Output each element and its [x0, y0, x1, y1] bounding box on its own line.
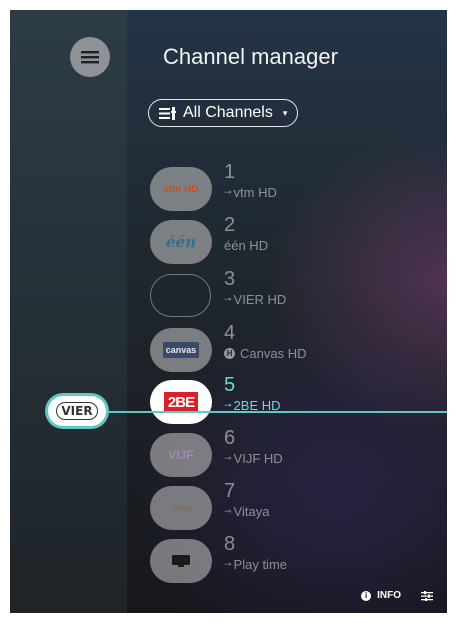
channel-item-7[interactable]: Vitaya 7 ⊸ Vitaya: [150, 480, 430, 534]
channel-name-text: VIJF HD: [233, 451, 283, 466]
channel-name-text: Vitaya: [233, 504, 270, 519]
hamburger-icon: [81, 51, 99, 64]
tv-screen: Channel manager All Channels ▾ vtm HD 1 …: [10, 10, 447, 613]
channel-name: één HD: [224, 238, 268, 253]
key-icon: ⊸: [224, 294, 231, 304]
channel-item-2[interactable]: één 2 één HD: [150, 214, 430, 268]
key-icon: ⊸: [224, 559, 231, 569]
filter-label: All Channels: [183, 104, 273, 121]
channel-name: ⊸ Play time: [224, 557, 287, 572]
channel-name-text: vtm HD: [233, 185, 277, 200]
channel-logo-vier-placeholder: [150, 274, 211, 317]
info-icon: i: [361, 590, 372, 601]
channel-name-text: Canvas HD: [240, 346, 307, 361]
list-settings-icon: [159, 106, 176, 120]
bottom-bar: i INFO: [361, 590, 433, 601]
tv-icon: [172, 555, 190, 567]
key-icon: ⊸: [224, 506, 231, 516]
info-label: INFO: [377, 590, 401, 601]
sliders-icon[interactable]: [421, 590, 433, 601]
key-icon: ⊸: [224, 453, 231, 463]
vijf-logo-text: VIJF: [168, 448, 194, 462]
hd-icon: H: [224, 348, 235, 359]
channel-number: 7: [224, 480, 236, 502]
selection-indicator-line: [95, 411, 447, 413]
channel-name: ⊸ Vitaya: [224, 504, 269, 519]
channel-logo-vtm: vtm HD: [150, 167, 212, 211]
channel-logo-een: één: [150, 220, 212, 264]
vier-logo-text: VIER: [56, 402, 98, 420]
channel-logo-2be: 2BE: [150, 380, 212, 424]
channel-number: 2: [224, 214, 236, 236]
channel-item-6[interactable]: VIJF 6 ⊸ VIJF HD: [150, 427, 430, 481]
channel-name-text: één HD: [224, 238, 269, 253]
channel-item-8[interactable]: 8 ⊸ Play time: [150, 533, 430, 587]
canvas-logo-text: canvas: [162, 342, 200, 358]
key-icon: ⊸: [224, 187, 231, 197]
channel-item-5[interactable]: 2BE 5 ⊸ 2BE HD: [150, 374, 430, 428]
channel-item-4[interactable]: canvas 4 H Canvas HD: [150, 322, 430, 376]
chevron-down-icon: ▾: [282, 107, 288, 118]
channel-logo-vijf: VIJF: [150, 433, 212, 477]
channel-item-1[interactable]: vtm HD 1 ⊸ vtm HD: [150, 161, 430, 215]
channel-number: 3: [224, 268, 236, 290]
channel-number: 4: [224, 322, 236, 344]
channel-name-text: Play time: [233, 557, 288, 572]
info-button[interactable]: i INFO: [361, 590, 401, 601]
2be-logo-text: 2BE: [163, 391, 199, 413]
channel-name-text: VIER HD: [233, 292, 287, 307]
channel-number: 5: [224, 374, 236, 396]
channel-logo-canvas: canvas: [150, 328, 212, 372]
page-title: Channel manager: [163, 44, 338, 69]
channel-logo-playtime: [150, 539, 212, 583]
channel-name: ⊸ VIER HD: [224, 292, 286, 307]
key-icon: ⊸: [224, 400, 231, 410]
channel-number: 8: [224, 533, 236, 555]
channel-item-3[interactable]: 3 ⊸ VIER HD: [150, 268, 430, 322]
channel-name: H Canvas HD: [224, 346, 306, 361]
menu-button[interactable]: [70, 37, 110, 77]
dragged-channel-handle[interactable]: VIER: [48, 396, 106, 426]
channel-filter-dropdown[interactable]: All Channels ▾: [148, 99, 299, 127]
channel-name: ⊸ vtm HD: [224, 185, 277, 200]
channel-logo-vitaya: Vitaya: [150, 486, 212, 530]
vtm-logo-text: vtm HD: [163, 183, 199, 195]
channel-number: 1: [224, 161, 236, 183]
channel-name: ⊸ VIJF HD: [224, 451, 283, 466]
vitaya-logo-text: Vitaya: [169, 503, 193, 513]
channel-number: 6: [224, 427, 236, 449]
een-logo-text: één: [166, 233, 196, 251]
sidebar: [10, 10, 127, 613]
